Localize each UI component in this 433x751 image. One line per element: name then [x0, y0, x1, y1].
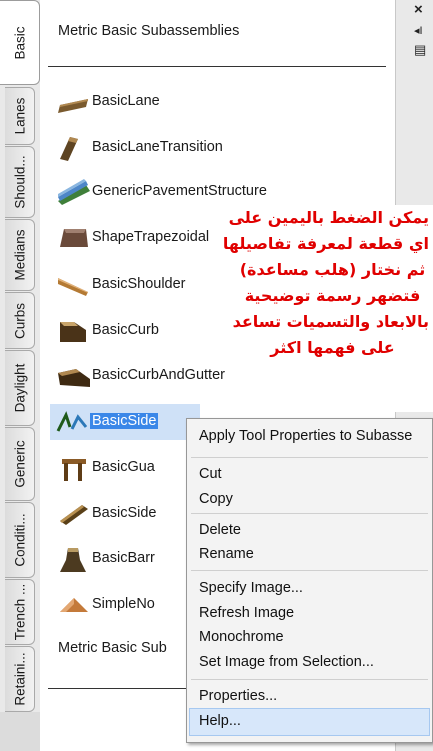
menu-separator	[191, 457, 428, 458]
context-menu: Apply Tool Properties to Subasse Cut Cop…	[186, 418, 433, 743]
menu-item-help[interactable]: Help...	[199, 713, 241, 729]
tab-shoulders[interactable]: Should...	[5, 146, 35, 218]
menu-item-monochrome[interactable]: Monochrome	[199, 629, 284, 645]
section-title: Metric Basic Subassemblies	[58, 23, 240, 39]
simple-node-icon	[60, 598, 88, 612]
tab-retaining[interactable]: Retaini...	[5, 646, 35, 712]
menu-item-set-image-from-selection[interactable]: Set Image from Selection...	[199, 654, 374, 670]
annotation-line: اي قطعة لمعرفة تفاصيلها	[222, 234, 429, 253]
curb-icon	[60, 322, 86, 342]
menu-item-cut[interactable]: Cut	[199, 466, 222, 482]
annotation-note: يمكن الضغط باليمين على اي قطعة لمعرفة تف…	[222, 205, 433, 412]
tab-lanes[interactable]: Lanes	[5, 87, 35, 145]
tab-medians[interactable]: Medians	[5, 219, 35, 291]
tab-basic[interactable]: Basic	[0, 0, 40, 85]
shoulder-icon	[58, 278, 88, 296]
section-divider-footer	[48, 688, 193, 689]
lane-icon	[58, 99, 88, 113]
tab-daylight[interactable]: Daylight	[5, 350, 35, 426]
lane-transition-icon	[60, 137, 78, 161]
menu-item-refresh-image[interactable]: Refresh Image	[199, 605, 294, 621]
menu-separator	[191, 513, 428, 514]
tab-conditional[interactable]: Conditi...	[5, 502, 35, 578]
annotation-line: بالابعاد والتسميات تساعد	[232, 312, 429, 331]
autohide-icon[interactable]: ◂I	[414, 24, 423, 37]
menu-item-rename[interactable]: Rename	[199, 546, 254, 562]
menu-separator	[191, 679, 428, 680]
tool-item-basicsidewalk-selected[interactable]: BasicSide	[50, 404, 200, 440]
tab-trench[interactable]: Trench ...	[5, 579, 35, 645]
trapezoid-icon	[60, 229, 88, 247]
tool-item-basiclanetransition[interactable]: BasicLaneTransition	[50, 130, 390, 166]
side-slope-icon	[60, 505, 88, 525]
section-title-footer: Metric Basic Sub	[58, 640, 167, 656]
annotation-line: يمكن الضغط باليمين على	[228, 208, 429, 227]
tab-scroll-area	[0, 712, 40, 751]
tab-generic[interactable]: Generic	[5, 427, 35, 501]
menu-item-apply-tool-properties[interactable]: Apply Tool Properties to Subasse	[199, 428, 412, 444]
menu-item-specify-image[interactable]: Specify Image...	[199, 580, 303, 596]
section-divider	[48, 66, 386, 67]
tool-palette-tabs: Basic Lanes Should... Medians Curbs Dayl…	[0, 0, 40, 751]
menu-item-properties[interactable]: Properties...	[199, 688, 277, 704]
tool-item-basiclane[interactable]: BasicLane	[50, 84, 390, 120]
close-icon[interactable]: ×	[414, 1, 423, 18]
barrier-icon	[60, 548, 86, 572]
properties-icon[interactable]: ▤	[414, 42, 426, 58]
annotation-line: ثم نختار (هلب مساعدة)	[239, 260, 426, 279]
guardrail-icon	[62, 459, 86, 481]
tab-curbs[interactable]: Curbs	[5, 292, 35, 349]
menu-separator	[191, 570, 428, 571]
annotation-line: فتضهر رسمة توضيحية	[244, 286, 421, 305]
annotation-line: على فهمها اكثر	[270, 338, 395, 357]
menu-item-delete[interactable]: Delete	[199, 522, 241, 538]
sidewalk-icon	[56, 411, 88, 432]
curb-gutter-icon	[58, 369, 90, 387]
menu-item-copy[interactable]: Copy	[199, 491, 233, 507]
pavement-structure-icon	[58, 179, 90, 205]
